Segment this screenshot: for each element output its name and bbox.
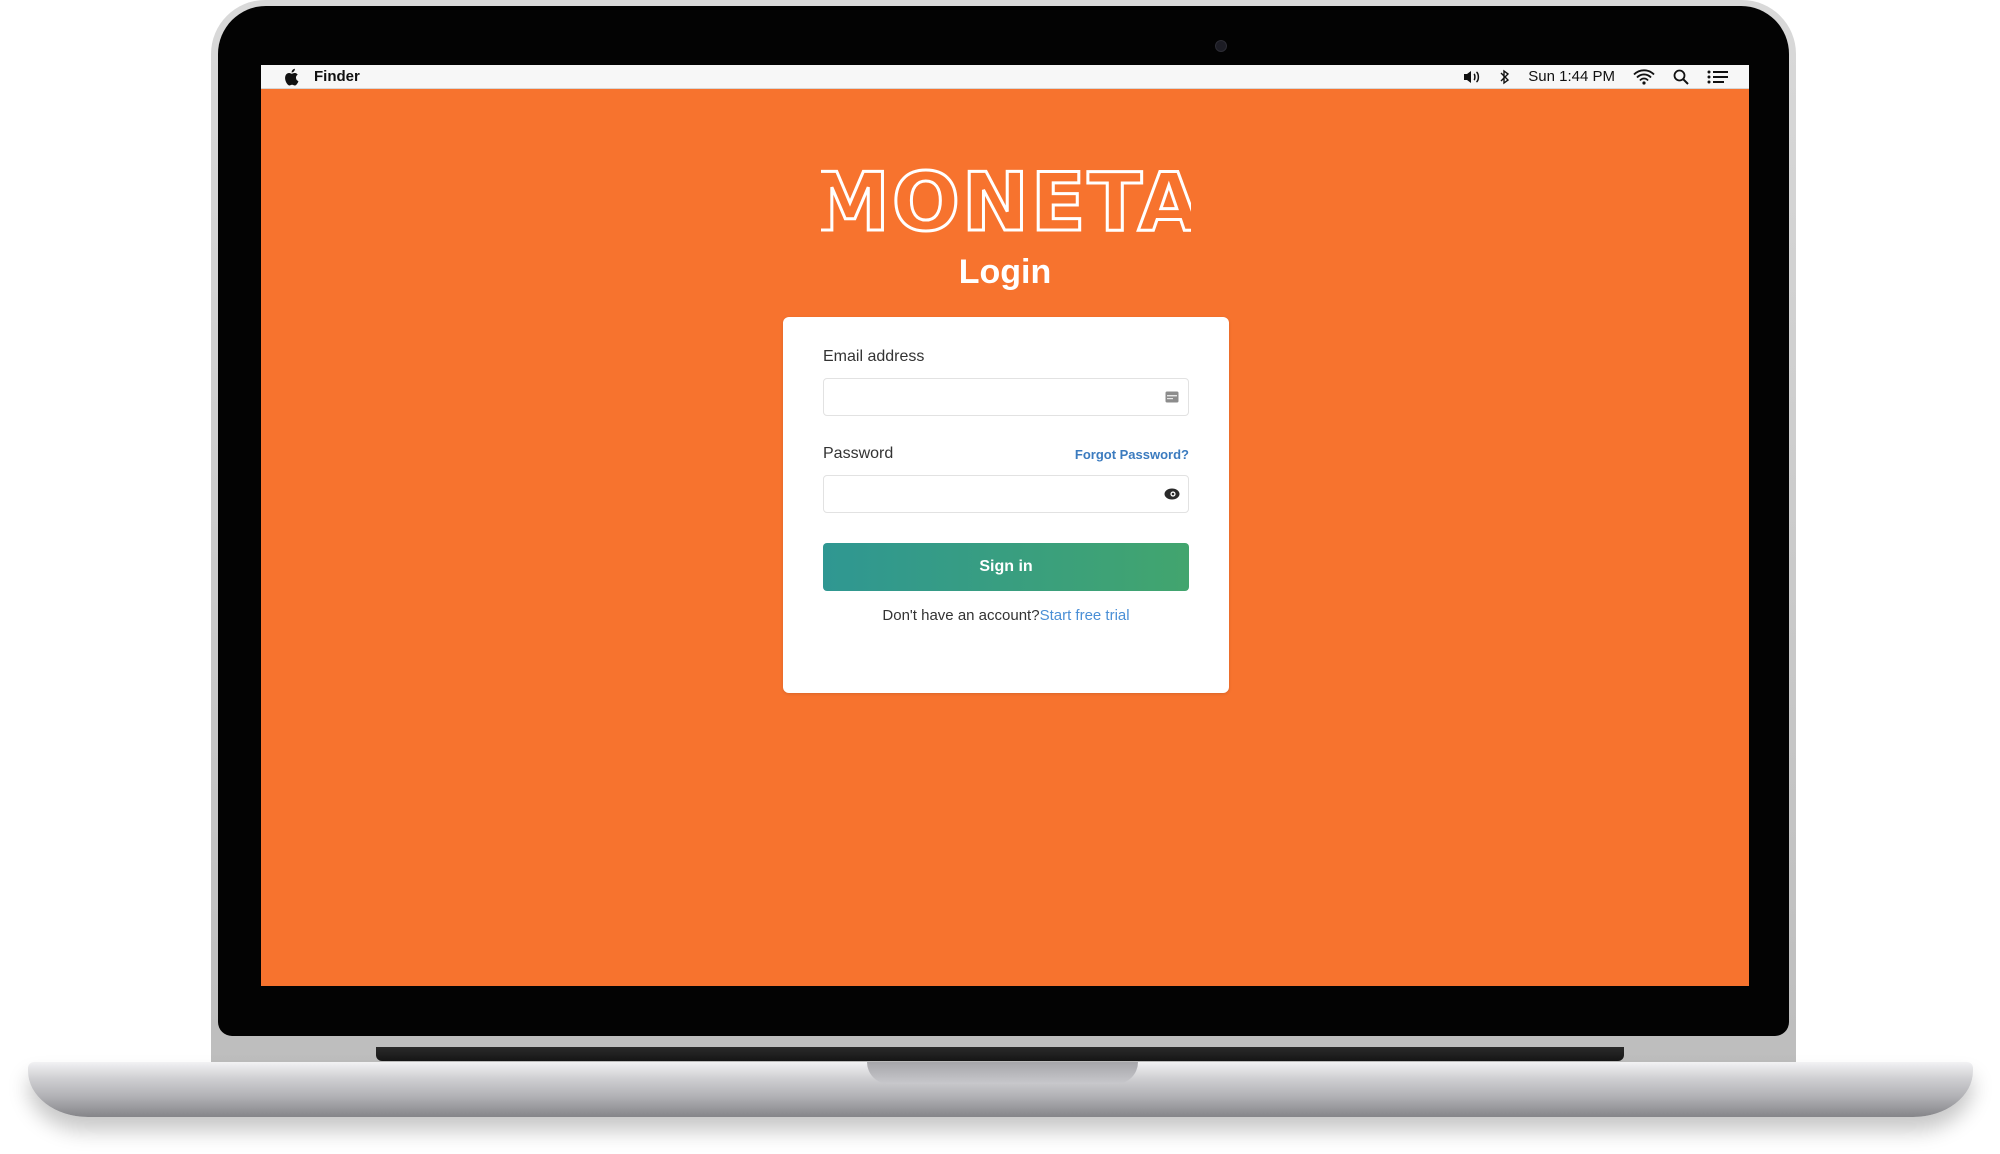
moneta-logo: MONETA xyxy=(821,158,1191,238)
logo-text: MONETA xyxy=(821,158,1191,238)
apple-icon[interactable] xyxy=(283,68,301,86)
bluetooth-icon[interactable] xyxy=(1500,69,1510,85)
menubar-clock[interactable]: Sun 1:44 PM xyxy=(1528,68,1615,85)
email-field[interactable] xyxy=(834,379,1138,417)
screen: Finder Sun 1:44 PM MONETA Login Email ad… xyxy=(261,65,1749,986)
autofill-card-icon[interactable] xyxy=(1164,389,1180,405)
camera-icon xyxy=(1215,40,1227,52)
password-field-container xyxy=(823,475,1189,514)
password-label: Password xyxy=(823,445,894,462)
password-field[interactable] xyxy=(834,476,1138,514)
password-key-icon[interactable] xyxy=(1164,486,1180,502)
wifi-icon[interactable] xyxy=(1633,68,1655,85)
spotlight-search-icon[interactable] xyxy=(1673,69,1689,85)
login-card: Email address Password Forgot Password? xyxy=(783,317,1229,693)
forgot-password-link[interactable]: Forgot Password? xyxy=(1075,447,1189,462)
status-area: Sun 1:44 PM xyxy=(1444,68,1729,85)
laptop-opening-notch xyxy=(867,1062,1138,1084)
menu-bar: Finder Sun 1:44 PM xyxy=(261,65,1749,89)
active-app-name[interactable]: Finder xyxy=(314,68,360,85)
sign-in-button[interactable]: Sign in xyxy=(823,543,1189,591)
signup-prompt-text: Don't have an account? xyxy=(882,607,1040,624)
volume-icon[interactable] xyxy=(1462,69,1482,85)
email-field-container xyxy=(823,378,1189,417)
email-label: Email address xyxy=(823,348,925,365)
notification-center-icon[interactable] xyxy=(1707,69,1729,85)
laptop-mockup: Finder Sun 1:44 PM MONETA Login Email ad… xyxy=(0,0,2000,1154)
page-title: Login xyxy=(958,253,1052,291)
signup-prompt-row: Don't have an account?Start free trial xyxy=(783,607,1229,624)
start-free-trial-link[interactable]: Start free trial xyxy=(1040,607,1130,624)
laptop-hinge xyxy=(376,1047,1624,1061)
